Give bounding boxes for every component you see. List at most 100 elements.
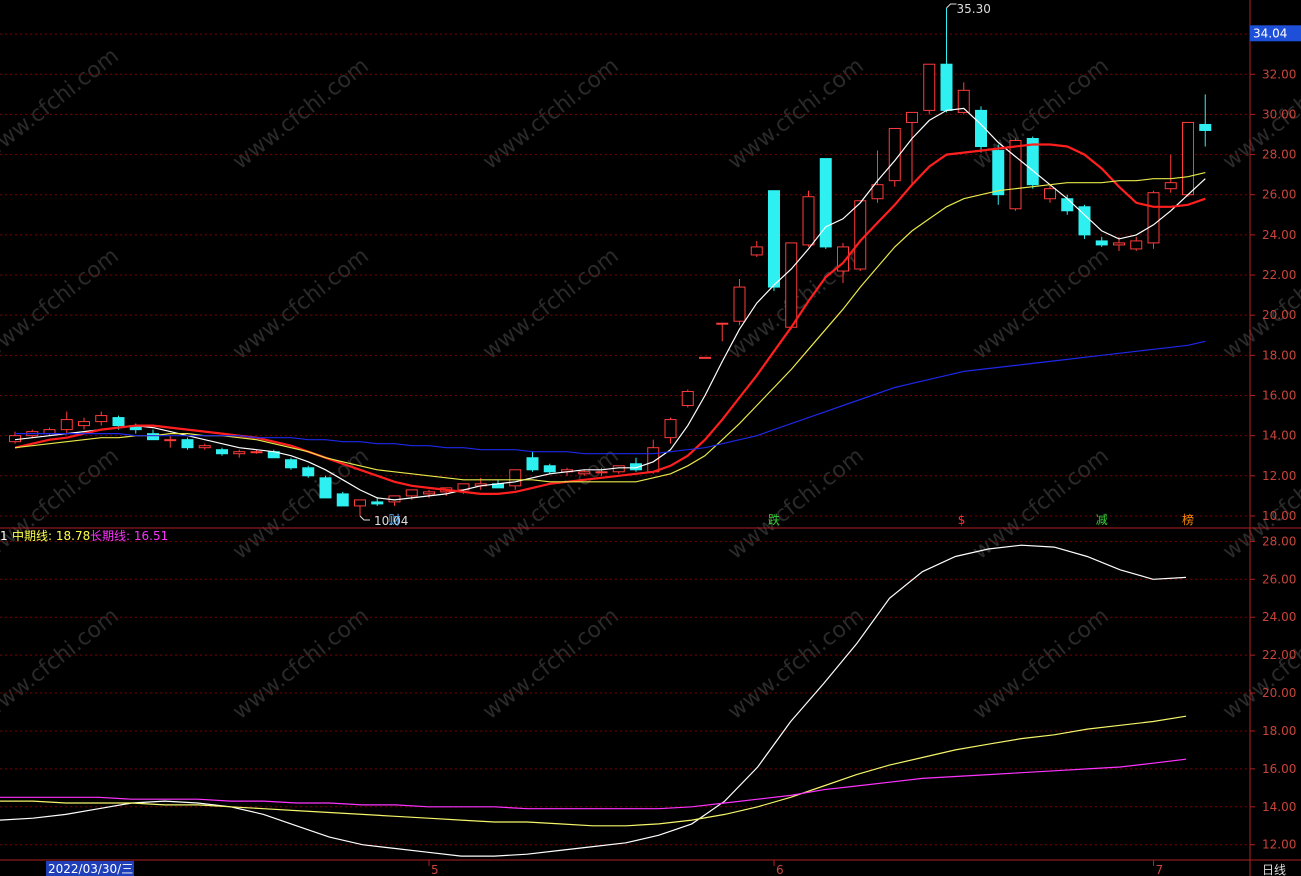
watermark-text: www.cfchi.com — [228, 443, 373, 564]
y-tick-label: 28.00 — [1262, 534, 1296, 548]
y-tick-label: 28.00 — [1262, 148, 1296, 162]
y-tick-label: 18.00 — [1262, 348, 1296, 362]
y-tick-label: 16.00 — [1262, 762, 1296, 776]
watermark-text: www.cfchi.com — [0, 443, 124, 564]
y-tick-label: 32.00 — [1262, 67, 1296, 81]
candle-body — [871, 184, 884, 200]
y-tick-label: 20.00 — [1262, 308, 1296, 322]
y-tick-label: 30.00 — [1262, 107, 1296, 121]
candle-body — [405, 489, 418, 497]
candle-body — [854, 200, 867, 270]
month-label: 5 — [431, 863, 439, 876]
event-marker: 跌 — [768, 512, 780, 527]
watermark-text: www.cfchi.com — [478, 243, 623, 364]
candle-body — [699, 356, 711, 359]
stock-chart: www.cfchi.com www.cfchi.com www.cfchi.com w… — [0, 0, 1301, 876]
candle-body — [1061, 198, 1074, 212]
candle-body — [216, 449, 228, 455]
candle-body — [198, 445, 211, 449]
candle-body — [888, 127, 901, 182]
y-tick-label: 22.00 — [1262, 648, 1296, 662]
current-price-label: 34.04 — [1253, 26, 1287, 40]
high-label: 35.30 — [957, 2, 991, 16]
watermark-text: www.cfchi.com — [0, 603, 124, 724]
candle-body — [164, 439, 177, 442]
y-tick-label: 10.00 — [1262, 509, 1296, 523]
candle-body — [750, 246, 763, 256]
watermark-text: www.cfchi.com — [0, 243, 124, 364]
candle-body — [1113, 242, 1125, 246]
y-tick-label: 16.00 — [1262, 388, 1296, 402]
candle-body — [319, 477, 332, 499]
watermark-text: www.cfchi.com — [968, 243, 1113, 364]
watermark-text: www.cfchi.com — [228, 603, 373, 724]
watermark-text: www.cfchi.com — [968, 603, 1113, 724]
y-tick-label: 22.00 — [1262, 268, 1296, 282]
event-marker: 减 — [1096, 513, 1108, 527]
low-pointer — [359, 515, 370, 521]
candle-body — [336, 493, 349, 507]
candle-body — [716, 322, 729, 325]
watermark-text: www.cfchi.com — [478, 443, 623, 564]
candle-body — [906, 111, 918, 123]
time-axis: 2022/03/30/三 5 6 7 日线 — [46, 860, 1286, 876]
event-marker: $ — [958, 513, 966, 527]
candle-body — [543, 465, 556, 473]
candle-body — [578, 471, 591, 475]
candle-body — [1009, 140, 1022, 210]
candle-body — [940, 63, 953, 111]
candle-body — [78, 421, 90, 427]
watermark-text: www.cfchi.com — [478, 603, 623, 724]
candle-body — [285, 459, 297, 469]
candle-body — [681, 390, 694, 407]
watermark-text: www.cfchi.com — [723, 443, 868, 564]
event-marker: 榜 — [1182, 512, 1194, 527]
candle-body — [371, 501, 384, 505]
candle-body — [1147, 192, 1160, 244]
candle-body — [509, 469, 522, 487]
candle-body — [95, 415, 108, 423]
indicator-line — [0, 715, 1187, 827]
watermark-layer: www.cfchi.com www.cfchi.com www.cfchi.com w… — [0, 43, 1301, 724]
month-label: 7 — [1156, 863, 1164, 876]
indicator-legend: 1 中期线: 18.78 长期线: 16.51 — [0, 528, 168, 543]
legend-item: 1 — [0, 529, 8, 543]
candle-body — [595, 471, 608, 474]
y-tick-label: 14.00 — [1262, 800, 1296, 814]
y-tick-label: 26.00 — [1262, 572, 1296, 586]
candle-body — [181, 439, 194, 449]
y-tick-label: 12.00 — [1262, 838, 1296, 852]
candle-body — [1199, 123, 1212, 131]
watermark-text: www.cfchi.com — [0, 43, 124, 164]
y-tick-label: 14.00 — [1262, 429, 1296, 443]
high-pointer — [946, 3, 957, 9]
candle-body — [992, 150, 1005, 196]
date-label: 2022/03/30/三 — [48, 862, 133, 876]
candle-body — [1095, 240, 1108, 246]
event-marker: 财 — [389, 513, 401, 527]
candle-body — [302, 467, 315, 477]
candle-body — [1044, 188, 1056, 200]
candle-body — [923, 63, 936, 111]
candle-body — [60, 419, 73, 431]
watermark-text: www.cfchi.com — [228, 243, 373, 364]
candle-body — [802, 196, 815, 246]
y-tick-label: 26.00 — [1262, 188, 1296, 202]
candle-body — [733, 286, 746, 322]
y-tick-label: 24.00 — [1262, 610, 1296, 624]
candle-body — [819, 158, 832, 248]
candle-body — [147, 433, 159, 441]
y-tick-label: 12.00 — [1262, 469, 1296, 483]
watermark-text: www.cfchi.com — [723, 603, 868, 724]
month-label: 6 — [776, 863, 784, 876]
candle-body — [233, 451, 246, 455]
period-label: 日线 — [1262, 863, 1286, 876]
y-tick-label: 20.00 — [1262, 686, 1296, 700]
y-tick-label: 24.00 — [1262, 228, 1296, 242]
legend-item: 中期线: 18.78 — [12, 528, 90, 543]
candle-body — [768, 190, 780, 288]
candle-body — [112, 417, 125, 427]
candle-body — [1182, 121, 1194, 196]
legend-item: 长期线: 16.51 — [90, 529, 168, 543]
candle-body — [1130, 240, 1143, 250]
